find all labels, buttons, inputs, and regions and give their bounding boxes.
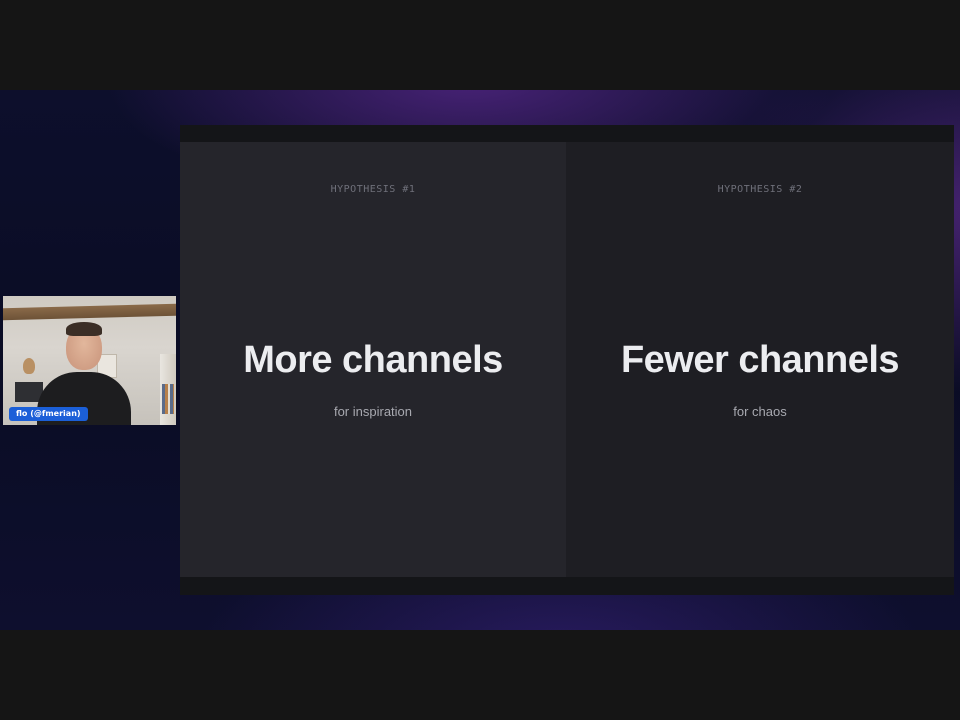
speaker-webcam: flo (@fmerian) (3, 296, 176, 425)
hypothesis-1-panel: HYPOTHESIS #1 More channels for inspirat… (180, 142, 566, 577)
webcam-background-beam (3, 303, 176, 321)
hypothesis-1-eyebrow: HYPOTHESIS #1 (330, 184, 416, 195)
webcam-background-lamp (23, 358, 35, 374)
webcam-background-books (162, 384, 174, 414)
hypothesis-2-eyebrow: HYPOTHESIS #2 (717, 184, 803, 195)
presentation-slide: HYPOTHESIS #1 More channels for inspirat… (180, 125, 954, 595)
hypothesis-2-panel: HYPOTHESIS #2 Fewer channels for chaos (566, 142, 954, 577)
stream-stage: HYPOTHESIS #1 More channels for inspirat… (0, 90, 960, 630)
speaker-hair (66, 322, 102, 336)
hypothesis-2-subtitle: for chaos (733, 404, 787, 419)
speaker-name-tag: flo (@fmerian) (9, 407, 88, 421)
letterbox-top (0, 0, 960, 90)
hypothesis-2-headline: Fewer channels (620, 339, 900, 381)
hypothesis-1-subtitle: for inspiration (333, 404, 413, 419)
hypothesis-1-headline: More channels (243, 339, 503, 381)
letterbox-bottom (0, 630, 960, 720)
